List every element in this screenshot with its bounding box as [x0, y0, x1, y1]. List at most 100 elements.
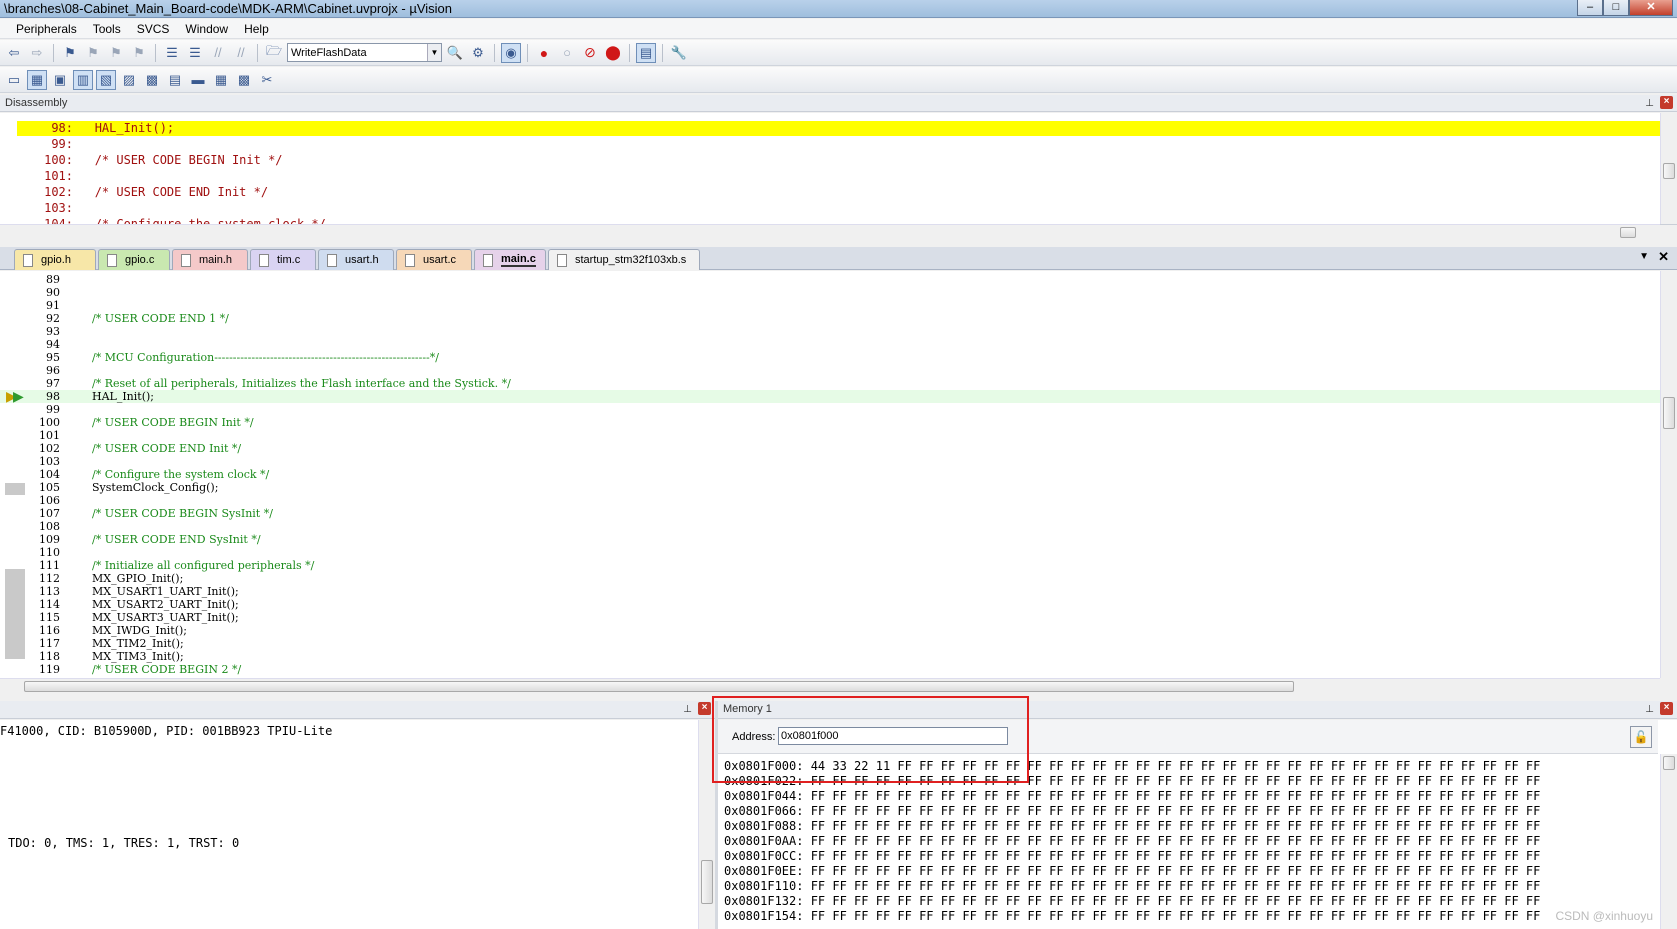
line-number: 100: [39, 416, 60, 429]
incremental-find-icon[interactable]: ⚙: [468, 43, 488, 63]
disasm-line: 100: /* USER CODE BEGIN Init */: [44, 153, 283, 167]
registers-window-icon[interactable]: ▥: [73, 69, 93, 90]
tab-usart-c[interactable]: usart.c: [396, 249, 472, 270]
menu-tools[interactable]: Tools: [85, 22, 129, 36]
window-layout-icon[interactable]: ▤: [636, 42, 656, 63]
maximize-button[interactable]: □: [1603, 0, 1629, 16]
menu-svcs[interactable]: SVCS: [129, 22, 178, 36]
scroll-thumb[interactable]: [24, 681, 1294, 692]
close-tab-icon[interactable]: ✕: [1658, 249, 1669, 265]
close-button[interactable]: ✕: [1629, 0, 1673, 16]
address-input[interactable]: [778, 727, 1008, 745]
line-code: MX_USART3_UART_Init();: [92, 611, 239, 624]
memory-vscroll[interactable]: [1660, 754, 1677, 929]
line-number: 92: [46, 312, 60, 325]
scroll-thumb[interactable]: [1620, 227, 1636, 238]
back-icon[interactable]: ⇦: [4, 43, 24, 63]
menu-help[interactable]: Help: [236, 22, 277, 36]
find-icon[interactable]: 🔍: [445, 43, 465, 63]
tab-main-h[interactable]: main.h: [172, 249, 248, 270]
code-line: 100 /* USER CODE BEGIN Init */: [0, 416, 1660, 429]
close-icon[interactable]: ×: [698, 702, 711, 715]
tab-gpio-c[interactable]: gpio.c: [98, 249, 170, 270]
trace-window-icon[interactable]: ▦: [211, 70, 231, 90]
next-bookmark-icon[interactable]: ⚑: [106, 43, 126, 63]
scroll-thumb[interactable]: [1663, 756, 1675, 770]
memory-row: 0x0801F132: FF FF FF FF FF FF FF FF FF F…: [724, 894, 1541, 908]
output-vscroll[interactable]: [698, 720, 715, 929]
symbols-window-icon[interactable]: ▣: [50, 70, 70, 90]
scroll-thumb[interactable]: [1663, 163, 1675, 179]
uncomment-icon[interactable]: //: [231, 43, 251, 63]
tab-main-c[interactable]: main.c: [474, 249, 546, 270]
disassembly-window-icon[interactable]: ▦: [27, 69, 47, 90]
line-code: MX_TIM2_Init();: [92, 637, 184, 650]
command-window-icon[interactable]: ▭: [4, 70, 24, 90]
editor-hscroll[interactable]: [0, 678, 1660, 694]
editor-vscroll[interactable]: [1660, 271, 1677, 678]
pin-icon[interactable]: ⊥: [1645, 702, 1654, 718]
pin-icon[interactable]: ⊥: [683, 702, 692, 718]
disassembly-view[interactable]: 98: HAL_Init(); 99: 100: /* USER CODE BE…: [0, 113, 1677, 225]
forward-icon[interactable]: ⇨: [27, 43, 47, 63]
scroll-thumb[interactable]: [1663, 397, 1675, 429]
code-editor[interactable]: 89 90 91 92 /* USER CODE END 1 */ 93 94 95 /* MC…: [0, 271, 1677, 678]
tab-startup-s[interactable]: startup_stm32f103xb.s: [548, 249, 700, 270]
prev-bookmark-icon[interactable]: ⚑: [83, 43, 103, 63]
analysis-window-icon[interactable]: ▬: [188, 70, 208, 90]
bookmark-icon[interactable]: ⚑: [60, 43, 80, 63]
menu-window[interactable]: Window: [177, 22, 236, 36]
watch-window-icon[interactable]: ▨: [119, 70, 139, 90]
code-line: 102 /* USER CODE END Init */: [0, 442, 1660, 455]
tab-tim-c[interactable]: tim.c: [250, 249, 316, 270]
minimize-button[interactable]: –: [1577, 0, 1603, 16]
serial-window-icon[interactable]: ▤: [165, 70, 185, 90]
debug-session-icon[interactable]: ◉: [501, 42, 521, 63]
separator: [527, 43, 528, 62]
line-number: 113: [39, 585, 60, 598]
command-output[interactable]: F41000, CID: B105900D, PID: 001BB923 TPI…: [0, 720, 715, 929]
memory-row: 0x0801F0EE: FF FF FF FF FF FF FF FF FF F…: [724, 864, 1541, 878]
line-number: 98: [46, 390, 60, 403]
pin-icon[interactable]: ⊥: [1645, 96, 1654, 112]
system-viewer-icon[interactable]: ▩: [234, 70, 254, 90]
line-number: 102: [39, 442, 60, 455]
memory-window[interactable]: Address: 🔓 0x0801F000: 44 33 22 11 FF FF…: [718, 720, 1677, 929]
find-combo[interactable]: WriteFlashData ▼: [287, 43, 442, 62]
close-icon[interactable]: ×: [1660, 702, 1673, 715]
comment-icon[interactable]: //: [208, 43, 228, 63]
memory-row: 0x0801F0CC: FF FF FF FF FF FF FF FF FF F…: [724, 849, 1541, 863]
disassembly-hscroll[interactable]: [0, 224, 1660, 240]
lock-icon[interactable]: 🔓: [1630, 726, 1652, 748]
code-line: 112 MX_GPIO_Init();: [0, 572, 1660, 585]
configure-icon[interactable]: 🔧: [669, 43, 689, 63]
disable-breakpoint-icon[interactable]: ○: [557, 43, 577, 63]
find-in-files-icon[interactable]: 🗁: [264, 43, 284, 63]
menu-peripherals[interactable]: Peripherals: [8, 22, 85, 36]
close-icon[interactable]: ×: [1660, 96, 1673, 109]
disassembly-vscroll[interactable]: [1660, 113, 1677, 224]
unindent-icon[interactable]: ☰: [185, 43, 205, 63]
line-code: MX_IWDG_Init();: [92, 624, 188, 637]
disable-all-breakpoints-icon[interactable]: ⊘: [580, 43, 600, 63]
indent-icon[interactable]: ☰: [162, 43, 182, 63]
code-line: 98 HAL_Init();: [0, 390, 1660, 403]
kill-all-breakpoints-icon[interactable]: ⬤: [603, 43, 623, 63]
line-number: 108: [39, 520, 60, 533]
breakpoint-icon[interactable]: ●: [534, 43, 554, 63]
tab-usart-h[interactable]: usart.h: [318, 249, 394, 270]
scroll-thumb[interactable]: [701, 860, 713, 904]
call-stack-icon[interactable]: ▧: [96, 69, 116, 90]
memory-window-icon[interactable]: ▩: [142, 70, 162, 90]
line-code: MX_TIM3_Init();: [92, 650, 184, 663]
line-code: /* Reset of all peripherals, Initializes…: [92, 377, 511, 390]
separator: [629, 43, 630, 62]
memory-row: 0x0801F154: FF FF FF FF FF FF FF FF FF F…: [724, 909, 1541, 923]
tab-list-icon[interactable]: ▼: [1639, 251, 1649, 262]
chevron-down-icon[interactable]: ▼: [427, 44, 441, 61]
code-line: 116 MX_IWDG_Init();: [0, 624, 1660, 637]
tab-gpio-h[interactable]: gpio.h: [14, 249, 96, 270]
clear-bookmarks-icon[interactable]: ⚑: [129, 43, 149, 63]
memory-row: 0x0801F000: 44 33 22 11 FF FF FF FF FF F…: [724, 759, 1541, 773]
toolbox-icon[interactable]: ✂: [257, 70, 277, 90]
